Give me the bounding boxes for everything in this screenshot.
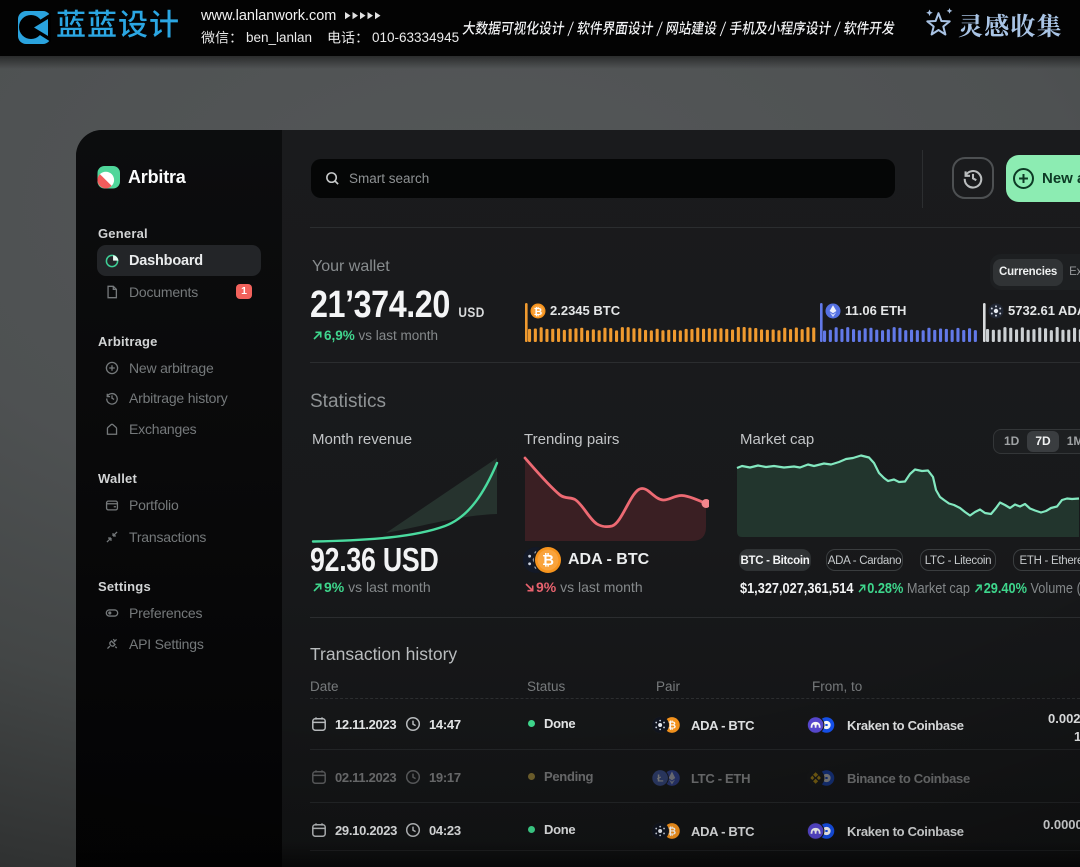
svg-text:₿: ₿	[534, 306, 543, 318]
svg-text:5732.61 ADA: 5732.61 ADA	[1008, 303, 1080, 318]
svg-text:₿: ₿	[668, 825, 676, 837]
svg-text:₿: ₿	[668, 719, 676, 731]
svg-text:2.2345 BTC: 2.2345 BTC	[550, 303, 621, 318]
svg-text:₿: ₿	[542, 553, 554, 569]
svg-text:11.06 ETH: 11.06 ETH	[845, 303, 906, 318]
svg-text:Ł: Ł	[657, 774, 664, 785]
